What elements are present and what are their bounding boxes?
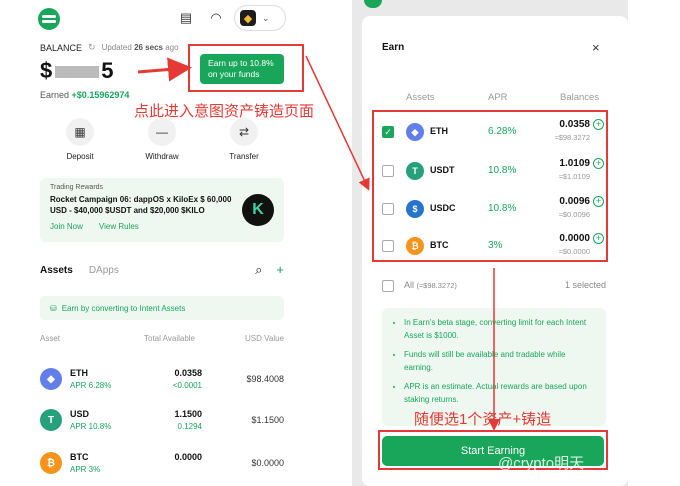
all-label: All bbox=[404, 280, 415, 290]
account-switcher[interactable]: ◆ ⌄ bbox=[234, 5, 286, 31]
support-icon[interactable]: ◠ bbox=[204, 6, 228, 30]
btc-icon: ₿ bbox=[40, 452, 62, 474]
col-total: Total Available bbox=[144, 334, 195, 343]
annotation-left: 点此进入意图资产铸造页面 bbox=[134, 103, 315, 120]
asset-amount: 1.1500 bbox=[174, 409, 202, 419]
qr-icon: ▦ bbox=[66, 118, 94, 146]
deposit-button[interactable]: ▦ Deposit bbox=[50, 118, 110, 161]
header-apr: APR bbox=[488, 92, 508, 103]
asset-name: ETH bbox=[70, 368, 88, 378]
asset-usd: $98.4008 bbox=[246, 374, 284, 384]
note-2: Funds will still be available and tradab… bbox=[404, 348, 596, 374]
col-asset: Asset bbox=[40, 334, 61, 343]
asset-row-eth[interactable]: ◆ ETH APR 6.28% 0.0358 <0.0001 $98.4008 bbox=[40, 364, 284, 400]
kiloex-logo: K bbox=[242, 194, 274, 226]
amount-prefix: $ bbox=[40, 58, 54, 83]
updated-value: 26 secs bbox=[134, 43, 163, 52]
add-icon[interactable]: + bbox=[276, 262, 284, 278]
action-bar: ▦ Deposit — Withdraw ⇄ Transfer bbox=[40, 118, 284, 161]
asset-row-btc[interactable]: ₿ BTC APR 3% 0.0000 $0.0000 bbox=[40, 448, 284, 484]
highlight-earn-button bbox=[188, 44, 304, 92]
tab-dapps[interactable]: DApps bbox=[89, 265, 119, 276]
transfer-icon: ⇄ bbox=[230, 118, 258, 146]
select-all-row[interactable]: All (≈$98.3272) 1 selected bbox=[382, 278, 606, 294]
asset-usd: $0.0000 bbox=[251, 458, 284, 468]
promo-banner[interactable]: Trading Rewards Rocket Campaign 06: dapp… bbox=[40, 178, 284, 242]
eth-icon: ◆ bbox=[40, 368, 62, 390]
minus-icon: — bbox=[148, 118, 176, 146]
amount-suffix: 5 bbox=[101, 58, 115, 83]
selected-count: 1 selected bbox=[564, 280, 606, 290]
tab-assets[interactable]: Assets bbox=[40, 265, 73, 276]
asset-apr: APR 6.28% bbox=[70, 381, 112, 390]
promo-tag: Trading Rewards bbox=[50, 184, 104, 191]
usdt-icon: T bbox=[40, 409, 62, 431]
convert-text: Earn by converting to Intent Assets bbox=[61, 303, 186, 313]
asset-tabs: Assets DApps ⌕ + bbox=[40, 262, 284, 278]
convert-banner[interactable]: ⛁ Earn by converting to Intent Assets bbox=[40, 296, 284, 320]
note-1: In Earn's beta stage, converting limit f… bbox=[404, 316, 596, 342]
convert-icon: ⛁ bbox=[50, 303, 57, 313]
view-rules-link[interactable]: View Rules bbox=[99, 222, 139, 231]
asset-name: USD bbox=[70, 409, 90, 419]
all-value: (≈$98.3272) bbox=[416, 281, 457, 290]
watermark: @crypto明天 bbox=[498, 455, 585, 472]
asset-amount: 0.0358 bbox=[174, 368, 202, 378]
header-assets: Assets bbox=[406, 92, 435, 103]
transfer-label: Transfer bbox=[229, 152, 259, 161]
note-3: APR is an estimate. Actual rewards are b… bbox=[404, 380, 596, 406]
app-logo bbox=[38, 8, 60, 30]
search-icon[interactable]: ⌕ bbox=[255, 262, 262, 278]
chevron-down-icon: ⌄ bbox=[262, 12, 270, 23]
withdraw-label: Withdraw bbox=[145, 152, 179, 161]
asset-sub: <0.0001 bbox=[172, 381, 202, 390]
header-balances: Balances bbox=[560, 92, 600, 103]
binance-icon: ◆ bbox=[240, 10, 256, 26]
promo-title: Rocket Campaign 06: dappOS x KiloEx $ 60… bbox=[50, 195, 232, 215]
earned-value: +$0.15962974 bbox=[71, 90, 130, 100]
earned-row: Earned +$0.15962974 bbox=[40, 90, 129, 100]
col-usd: USD Value bbox=[245, 334, 284, 343]
annotation-right: 随便选1个资产+铸造 bbox=[414, 411, 552, 428]
close-icon[interactable]: × bbox=[592, 40, 600, 55]
earned-label: Earned bbox=[40, 90, 70, 100]
refresh-icon[interactable]: ↻ bbox=[88, 42, 96, 53]
asset-sub: 0.1294 bbox=[177, 422, 202, 431]
withdraw-button[interactable]: — Withdraw bbox=[132, 118, 192, 161]
asset-name: BTC bbox=[70, 452, 89, 462]
deposit-label: Deposit bbox=[66, 152, 94, 161]
asset-row-usd[interactable]: T USD APR 10.8% 1.1500 0.1294 $1.1500 bbox=[40, 405, 284, 441]
blurred-amount bbox=[55, 66, 100, 79]
select-all-checkbox[interactable] bbox=[382, 280, 394, 292]
balance-amount: $5 bbox=[40, 58, 115, 84]
balance-label: BALANCE bbox=[40, 42, 83, 53]
balance-header: BALANCE ↻ Updated 26 secs ago bbox=[40, 42, 179, 53]
asset-usd: $1.1500 bbox=[251, 415, 284, 425]
asset-amount: 0.0000 bbox=[174, 452, 202, 462]
updated-prefix: Updated bbox=[101, 43, 132, 52]
highlight-asset-list bbox=[372, 110, 608, 262]
modal-title: Earn bbox=[382, 42, 405, 53]
updated-suffix: ago bbox=[165, 43, 179, 52]
asset-apr: APR 3% bbox=[70, 465, 101, 474]
history-icon[interactable]: ▤ bbox=[174, 6, 198, 30]
transfer-button[interactable]: ⇄ Transfer bbox=[214, 118, 274, 161]
join-now-link[interactable]: Join Now bbox=[50, 222, 83, 231]
asset-apr: APR 10.8% bbox=[70, 422, 112, 431]
